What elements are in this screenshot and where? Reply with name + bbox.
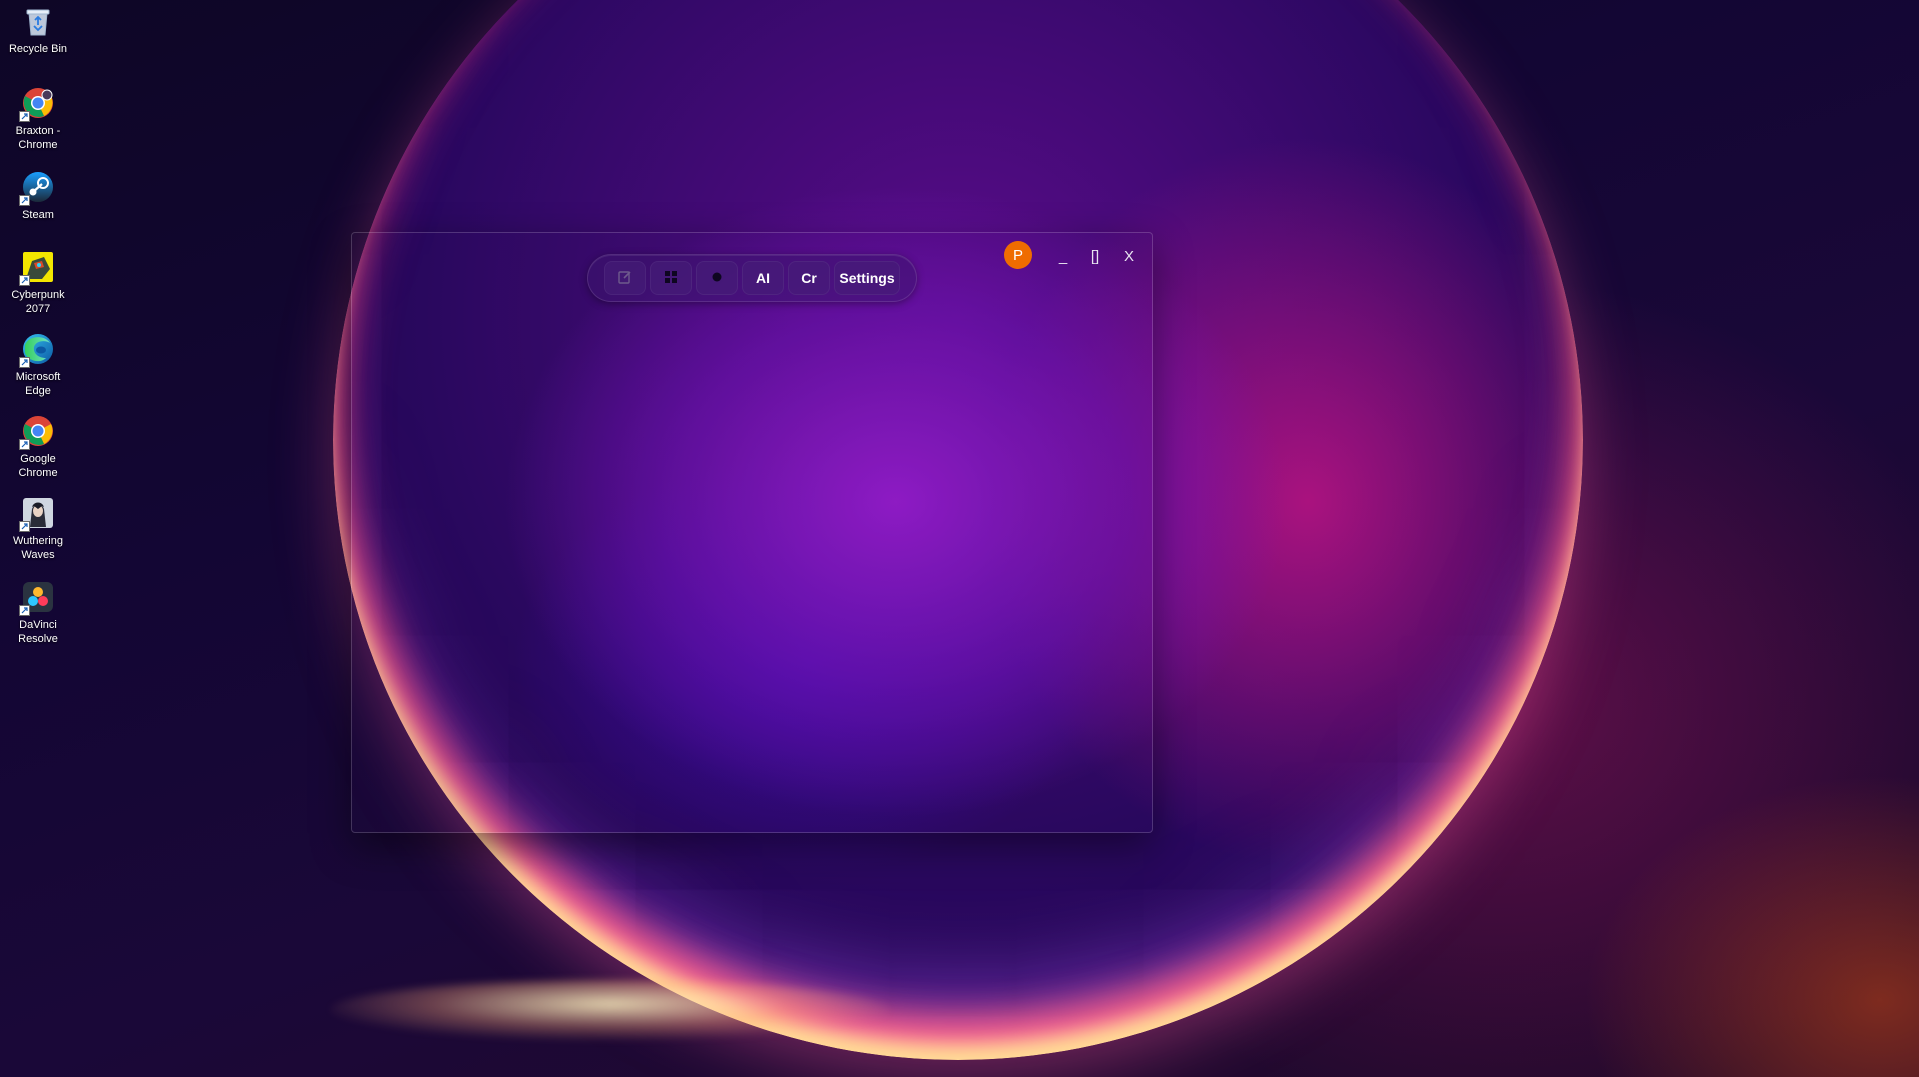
desktop-icon-cyberpunk[interactable]: Cyberpunk 2077 (2, 250, 74, 316)
desktop-icon-label: Steam (22, 209, 54, 221)
desktop-icon-label: Cyberpunk 2077 (11, 289, 65, 315)
desktop-icon-steam[interactable]: Steam (2, 170, 74, 222)
desktop-icon-label: Recycle Bin (8, 43, 68, 55)
shortcut-arrow-icon (19, 195, 30, 206)
desktop-icon-wuthering-waves[interactable]: Wuthering Waves (2, 496, 74, 562)
settings-button[interactable]: Settings (834, 261, 900, 295)
desktop-icon-davinci-resolve[interactable]: DaVinci Resolve (2, 580, 74, 646)
app-window: AI Cr Settings P _ [] X (351, 232, 1153, 833)
edit-button[interactable] (604, 261, 646, 295)
chrome-profile-icon (19, 86, 55, 122)
wuthering-waves-icon (19, 496, 55, 532)
cyberpunk-icon (19, 250, 55, 286)
ai-button[interactable]: AI (742, 261, 784, 295)
recycle-bin-icon (21, 4, 55, 38)
shortcut-arrow-icon (19, 111, 30, 122)
steam-icon (19, 170, 55, 206)
dot-icon (711, 270, 723, 286)
close-button[interactable]: X (1116, 243, 1142, 269)
desktop-icon-label: DaVinci Resolve (18, 619, 58, 645)
grid-button[interactable] (650, 261, 692, 295)
desktop-icon-recycle-bin[interactable]: Recycle Bin (2, 4, 74, 56)
shortcut-arrow-icon (19, 521, 30, 532)
edit-icon (617, 269, 633, 288)
minimize-button[interactable]: _ (1050, 243, 1076, 269)
desktop-icon-label: Microsoft Edge (15, 371, 61, 397)
desktop-icon-edge[interactable]: Microsoft Edge (2, 332, 74, 398)
wallpaper-glow (330, 980, 890, 1040)
desktop-icon-label: Wuthering Waves (13, 535, 63, 561)
edge-icon (19, 332, 55, 368)
shortcut-arrow-icon (19, 605, 30, 616)
cr-button[interactable]: Cr (788, 261, 830, 295)
desktop-icon-label: Google Chrome (18, 453, 58, 479)
shortcut-arrow-icon (19, 357, 30, 368)
grid-icon (663, 269, 679, 288)
chrome-icon (19, 414, 55, 450)
shortcut-arrow-icon (19, 275, 30, 286)
record-button[interactable] (696, 261, 738, 295)
desktop-icon-google-chrome[interactable]: Google Chrome (2, 414, 74, 480)
maximize-button[interactable]: [] (1082, 243, 1108, 269)
desktop-icon-braxton-chrome[interactable]: Braxton - Chrome (2, 86, 74, 152)
davinci-resolve-icon (19, 580, 55, 616)
shortcut-arrow-icon (19, 439, 30, 450)
avatar[interactable]: P (1004, 241, 1032, 269)
desktop-icon-label: Braxton - Chrome (15, 125, 61, 151)
desktop: Recycle Bin Braxton - Chrome Steam Cyber… (0, 0, 1919, 1077)
toolbar: AI Cr Settings (587, 254, 917, 302)
